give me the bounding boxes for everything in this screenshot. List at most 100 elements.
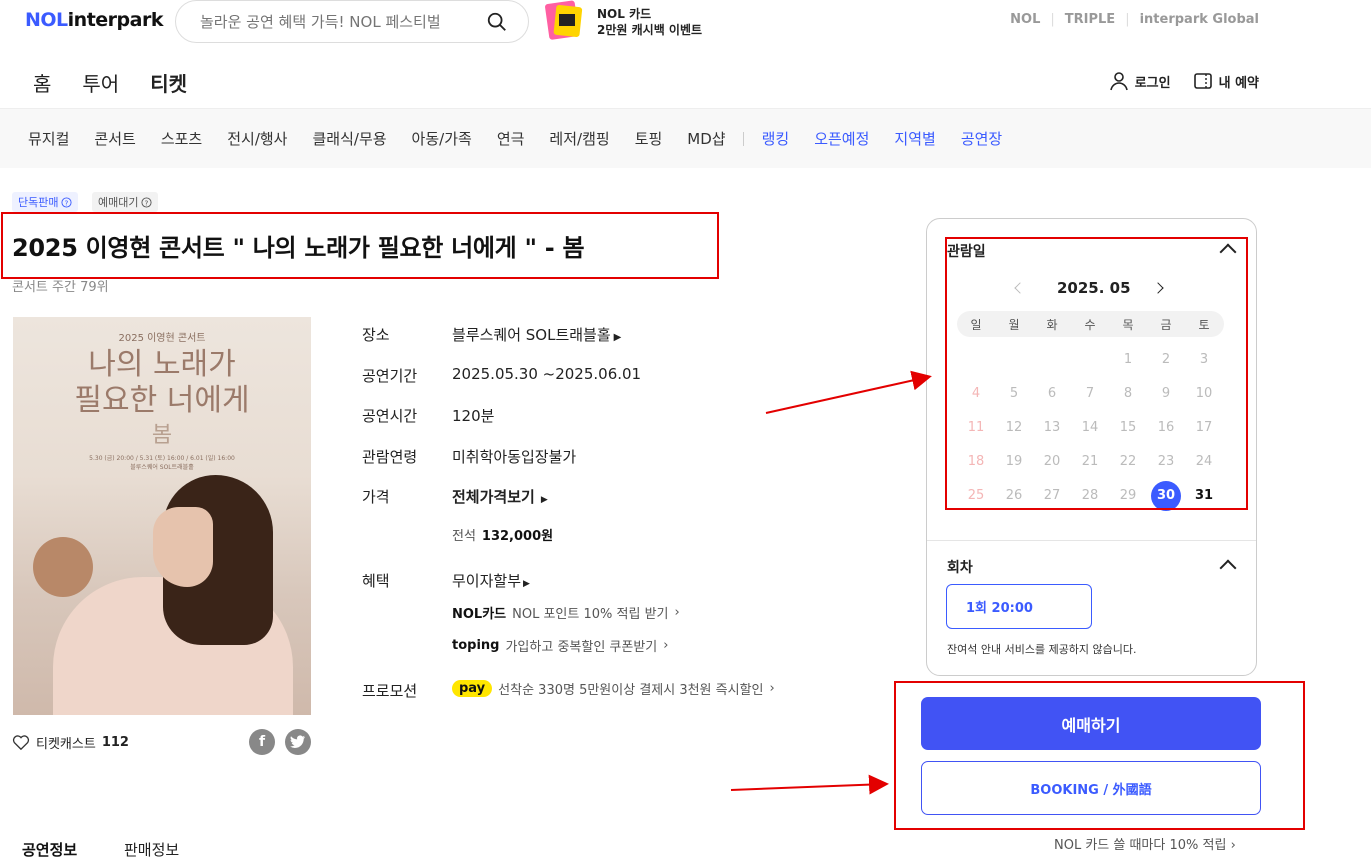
family-link-nol[interactable]: NOL — [1010, 12, 1040, 27]
logo[interactable]: NOLinterpark — [25, 9, 163, 31]
caret-right-icon: ▶ — [523, 579, 530, 589]
nol-card-logo: NOL카드 — [452, 607, 507, 622]
svg-text:?: ? — [145, 198, 149, 207]
installment-label: 무이자할부 — [452, 572, 522, 590]
family-separator: | — [1125, 12, 1130, 27]
toping-benefit[interactable]: toping 가입하고 중복할인 쿠폰받기 › — [452, 636, 668, 655]
annotation-arrow-calendar — [765, 370, 932, 414]
sub-nav: 뮤지컬 콘서트 스포츠 전시/행사 클래식/무용 아동/가족 연극 레저/캠핑 … — [28, 128, 1027, 149]
main-nav-ticket[interactable]: 티켓 — [150, 68, 188, 113]
nol-card-benefit[interactable]: NOL카드 NOL 포인트 10% 적립 받기 › — [452, 603, 680, 622]
poster-title-line2: 필요한 너에게 — [74, 383, 250, 418]
sub-nav-open-soon[interactable]: 오픈예정 — [814, 128, 869, 149]
poster-caption: 2025 이영현 콘서트 — [118, 333, 206, 344]
search-icon[interactable] — [486, 11, 508, 33]
poster-venue: 블루스퀘어 SOL트래블홀 — [130, 464, 194, 471]
chevron-right-icon: › — [769, 681, 775, 696]
kakaopay-promotion-text: 선착순 330명 5만원이상 결제시 3천원 즉시할인 — [498, 683, 764, 698]
sub-nav-sports[interactable]: 스포츠 — [161, 128, 202, 149]
age-label: 관람연령 — [362, 448, 418, 466]
svg-text:?: ? — [65, 198, 69, 207]
facebook-share-icon[interactable]: f — [249, 729, 275, 755]
sub-nav-region[interactable]: 지역별 — [894, 128, 935, 149]
nol-card-benefit-text: NOL 포인트 10% 적립 받기 — [512, 607, 669, 622]
promo-card-image[interactable] — [543, 0, 589, 40]
login-label: 로그인 — [1134, 75, 1171, 91]
price-label: 가격 — [362, 488, 390, 506]
family-link-global[interactable]: interpark Global — [1140, 12, 1259, 27]
logo-interpark: interpark — [67, 9, 164, 31]
tab-sales-info[interactable]: 판매정보 — [124, 839, 179, 860]
poster-figure-hand — [33, 537, 93, 597]
venue-link[interactable]: 블루스퀘어 SOL트래블홀 ▶ — [452, 324, 621, 345]
search-box[interactable] — [175, 0, 529, 43]
heart-icon[interactable] — [12, 734, 30, 751]
poster-image[interactable]: 2025 이영현 콘서트 나의 노래가 필요한 너에게 봄 5.30 (금) 2… — [13, 317, 311, 715]
promo-title[interactable]: NOL 카드 — [597, 5, 651, 22]
installment-link[interactable]: 무이자할부 ▶ — [452, 570, 530, 591]
my-reservation-label: 내 예약 — [1218, 75, 1259, 91]
book-button[interactable]: 예매하기 — [921, 697, 1261, 750]
poster-figure-face — [153, 507, 213, 587]
help-icon: ? — [141, 196, 153, 208]
chevron-right-icon: › — [1230, 838, 1236, 853]
waitlist-badge[interactable]: 예매대기 ? — [92, 192, 159, 212]
kakaopay-promotion[interactable]: pay 선착순 330명 5만원이상 결제시 3천원 즉시할인 › — [452, 679, 775, 698]
period-label: 공연기간 — [362, 367, 418, 385]
foreign-booking-button[interactable]: BOOKING / 外國語 — [921, 761, 1261, 815]
promo-subtitle[interactable]: 2만원 캐시백 이벤트 — [597, 21, 702, 38]
bird-icon — [290, 735, 305, 748]
user-icon — [1109, 72, 1128, 91]
sub-nav-toping[interactable]: 토핑 — [635, 128, 663, 149]
all-prices-link[interactable]: 전체가격보기 ▶ — [452, 486, 548, 507]
likes-label: 티켓캐스트 — [36, 737, 96, 752]
seat-price-row: 전석 132,000원 — [452, 525, 553, 544]
period-value: 2025.05.30 ~2025.06.01 — [452, 365, 642, 383]
help-icon: ? — [61, 196, 73, 208]
caret-right-icon: ▶ — [613, 332, 622, 343]
sub-nav-separator — [742, 131, 744, 146]
panel-divider — [927, 540, 1256, 541]
age-value: 미취학아동입장불가 — [452, 448, 577, 466]
exclusive-badge[interactable]: 단독판매 ? — [12, 192, 79, 212]
sub-nav-classic[interactable]: 클래식/무용 — [312, 128, 386, 149]
ticket-icon — [1193, 73, 1212, 89]
annotation-box-calendar — [945, 237, 1248, 510]
twitter-share-icon[interactable] — [285, 729, 311, 755]
waitlist-badge-label: 예매대기 — [98, 196, 139, 209]
user-links: 로그인 내 예약 — [1087, 71, 1259, 91]
tab-performance-info[interactable]: 공연정보 — [22, 839, 77, 860]
nol-card-promo-link[interactable]: NOL 카드 쓸 때마다 10% 적립 › — [1054, 834, 1236, 853]
sub-nav-md-shop[interactable]: MD샵 — [687, 128, 725, 149]
my-reservation-link[interactable]: 내 예약 — [1193, 71, 1259, 91]
toping-benefit-text: 가입하고 중복할인 쿠폰받기 — [505, 640, 658, 655]
toping-logo: toping — [452, 638, 500, 653]
chevron-right-icon: › — [674, 605, 680, 620]
seat-grade: 전석 — [452, 529, 476, 544]
page-title: 2025 이영현 콘서트 " 나의 노래가 필요한 너에게 " - 봄 — [12, 234, 585, 262]
poster-season: 봄 — [151, 423, 173, 448]
caret-right-icon: ▶ — [540, 495, 548, 505]
nol-card-promo-text: NOL 카드 쓸 때마다 10% 적립 — [1054, 838, 1227, 853]
sub-nav-ranking[interactable]: 랭킹 — [762, 128, 790, 149]
sub-nav-family[interactable]: 아동/가족 — [412, 128, 472, 149]
sub-nav-musical[interactable]: 뮤지컬 — [28, 128, 69, 149]
all-prices-label: 전체가격보기 — [452, 488, 535, 506]
kakaopay-logo: pay — [452, 680, 493, 697]
main-nav-tour[interactable]: 투어 — [82, 68, 119, 113]
poster-dates: 5.30 (금) 20:00 / 5.31 (토) 16:00 / 6.01 (… — [89, 455, 235, 462]
login-link[interactable]: 로그인 — [1109, 71, 1171, 91]
venue-label: 장소 — [362, 326, 390, 344]
seat-price: 132,000원 — [481, 529, 554, 544]
sub-nav-concert[interactable]: 콘서트 — [94, 128, 135, 149]
sub-nav-leisure[interactable]: 레저/캠핑 — [549, 128, 609, 149]
sub-nav-play[interactable]: 연극 — [497, 128, 525, 149]
sub-nav-exhibition[interactable]: 전시/행사 — [227, 128, 287, 149]
round-option-button[interactable]: 1회 20:00 — [946, 584, 1092, 629]
search-input[interactable] — [200, 10, 475, 34]
sub-nav-venue[interactable]: 공연장 — [961, 128, 1002, 149]
main-nav-home[interactable]: 홈 — [33, 68, 51, 113]
family-link-triple[interactable]: TRIPLE — [1065, 12, 1115, 27]
like-button[interactable]: 티켓캐스트 112 — [12, 733, 129, 752]
runtime-value: 120분 — [452, 407, 495, 425]
